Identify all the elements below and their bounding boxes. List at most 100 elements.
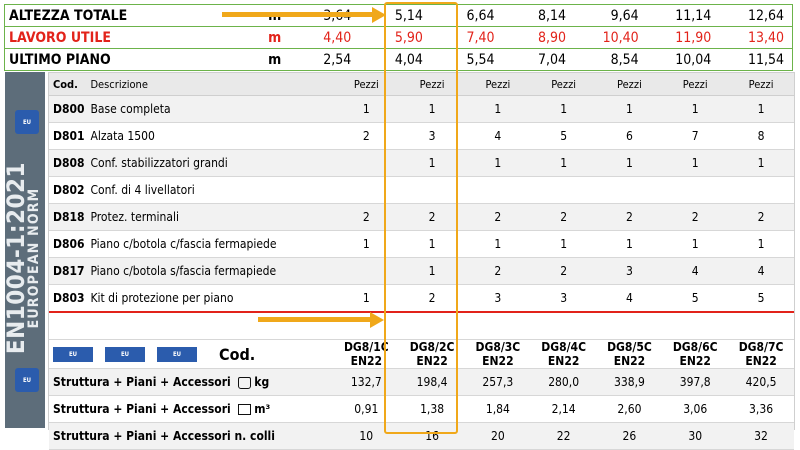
item-code: D801: [49, 122, 87, 150]
pieces-cell: 2: [530, 203, 597, 231]
pieces-cell: [333, 149, 400, 177]
pieces-cell: 1: [530, 230, 597, 258]
packages-cell: 10: [333, 422, 400, 450]
components-table: Cod. Descrizione Pezzi Pezzi Pezzi Pezzi…: [49, 73, 794, 450]
value-cell: 3,64: [287, 4, 360, 27]
volume-label: Struttura + Piani + Accessori: [53, 402, 231, 416]
volume-unit: m³: [254, 402, 271, 416]
item-description: Conf. stabilizzatori grandi: [86, 149, 334, 177]
value-cell: 11,90: [646, 26, 720, 49]
row-unit: m: [261, 26, 288, 49]
norm-name: EUROPEAN NORM: [26, 187, 42, 329]
pieces-cell: 6: [596, 122, 663, 150]
pieces-cell: 1: [333, 230, 400, 258]
table-row: D802 Conf. di 4 livellatori: [49, 176, 794, 204]
weight-cell: 338,9: [596, 368, 663, 396]
weight-cell: 280,0: [530, 368, 597, 396]
product-code: DG8/2C EN22: [399, 339, 465, 369]
pieces-cell: 2: [728, 203, 794, 231]
item-description: Base completa: [86, 95, 334, 123]
pieces-cell: 1: [399, 257, 465, 285]
value-cell: 7,04: [538, 51, 567, 68]
pieces-cell: 2: [464, 203, 531, 231]
eu-flag-icon: EU: [157, 346, 197, 362]
volume-cell: 3,36: [728, 395, 794, 423]
packages-cell: 30: [662, 422, 729, 450]
value-cell: 6,64: [430, 4, 503, 27]
packages-cell: 32: [728, 422, 794, 450]
pieces-cell: 1: [399, 230, 465, 258]
row-unit: m: [261, 4, 288, 27]
pieces-cell: [333, 176, 400, 204]
value-cell: 13,40: [719, 26, 793, 49]
value-cell: 2,54: [323, 51, 352, 68]
item-code: D818: [49, 203, 87, 231]
product-code: DG8/6C EN22: [662, 339, 729, 369]
pieces-cell: 1: [464, 149, 531, 177]
pieces-cell: 1: [596, 149, 663, 177]
weight-label: Struttura + Piani + Accessori: [53, 375, 231, 389]
product-code: DG8/4C EN22: [530, 339, 597, 369]
product-code: DG8/1C EN22: [333, 339, 400, 369]
pieces-cell: 3: [596, 257, 663, 285]
row-label: ALTEZZA TOTALE: [4, 4, 262, 27]
product-code: DG8/5C EN22: [596, 339, 663, 369]
header-description: Descrizione: [86, 73, 334, 96]
pieces-cell: 1: [530, 149, 597, 177]
pieces-cell: 2: [399, 203, 465, 231]
row-label: LAVORO UTILE: [4, 26, 262, 49]
pieces-cell: 1: [596, 95, 663, 123]
product-code: DG8/3C EN22: [464, 339, 531, 369]
pieces-cell: 2: [662, 203, 729, 231]
pieces-cell: [662, 176, 729, 204]
components-table-wrap: Cod. Descrizione Pezzi Pezzi Pezzi Pezzi…: [48, 72, 795, 450]
height-row-last-floor: ULTIMO PIANO m 2,54 4,04 5,54 7,04 8,54 …: [5, 49, 793, 71]
item-description: Conf. di 4 livellatori: [86, 176, 334, 204]
norm-label: EN1004-1:2021 EUROPEAN NORM: [2, 150, 45, 360]
eu-flag-icon: EU: [15, 110, 39, 134]
volume-cell: 1,38: [399, 395, 465, 423]
item-description: Protez. terminali: [86, 203, 334, 231]
value-cell: 11,54: [747, 51, 784, 68]
weight-cell: 397,8: [662, 368, 729, 396]
pieces-cell: 5: [662, 284, 729, 313]
codes-label-cell: EU EU EU Cod.: [49, 339, 334, 369]
packages-cell: 26: [596, 422, 663, 450]
pieces-cell: 2: [399, 284, 465, 313]
volume-cell: 3,06: [662, 395, 729, 423]
weight-cell: 420,5: [728, 368, 794, 396]
header-pieces: Pezzi: [464, 73, 531, 96]
pieces-cell: 1: [728, 149, 794, 177]
pieces-cell: 1: [662, 230, 729, 258]
pieces-cell: 1: [728, 230, 794, 258]
value-cell: 10,04: [675, 51, 712, 68]
pieces-cell: 2: [333, 203, 400, 231]
value-cell: 9,64: [574, 4, 647, 27]
pieces-cell: 4: [464, 122, 531, 150]
pieces-cell: 1: [596, 230, 663, 258]
pieces-cell: 1: [333, 95, 400, 123]
pieces-cell: 5: [530, 122, 597, 150]
table-row: D803 Kit di protezione per piano 1 2 3 3…: [49, 284, 794, 313]
volume-label-cell: Struttura + Piani + Accessori m³: [49, 395, 334, 423]
header-pieces: Pezzi: [399, 73, 465, 96]
weight-label-cell: Struttura + Piani + Accessori kg: [49, 368, 334, 396]
table-row: D801 Alzata 1500 2 3 4 5 6 7 8: [49, 122, 794, 150]
product-codes-row: EU EU EU Cod. DG8/1C EN22 DG8/2C EN22 DG…: [49, 339, 794, 369]
item-code: D806: [49, 230, 87, 258]
volume-cell: 2,14: [530, 395, 597, 423]
height-row-total: ALTEZZA TOTALE m 3,64 5,14 6,64 8,14 9,6…: [4, 4, 793, 27]
item-code: D803: [49, 284, 87, 313]
weight-cell: 198,4: [399, 368, 465, 396]
header-pieces: Pezzi: [662, 73, 729, 96]
packages-row: Struttura + Piani + Accessori n. colli 1…: [49, 422, 794, 450]
pieces-cell: 2: [333, 122, 400, 150]
value-cell: 8,54: [610, 51, 639, 68]
value-cell: 7,40: [430, 26, 503, 49]
weight-icon: [237, 376, 251, 389]
pieces-cell: 8: [728, 122, 794, 150]
table-header: Cod. Descrizione Pezzi Pezzi Pezzi Pezzi…: [49, 73, 794, 96]
value-cell: 4,40: [287, 26, 360, 49]
header-pieces: Pezzi: [596, 73, 663, 96]
pieces-cell: [464, 176, 531, 204]
